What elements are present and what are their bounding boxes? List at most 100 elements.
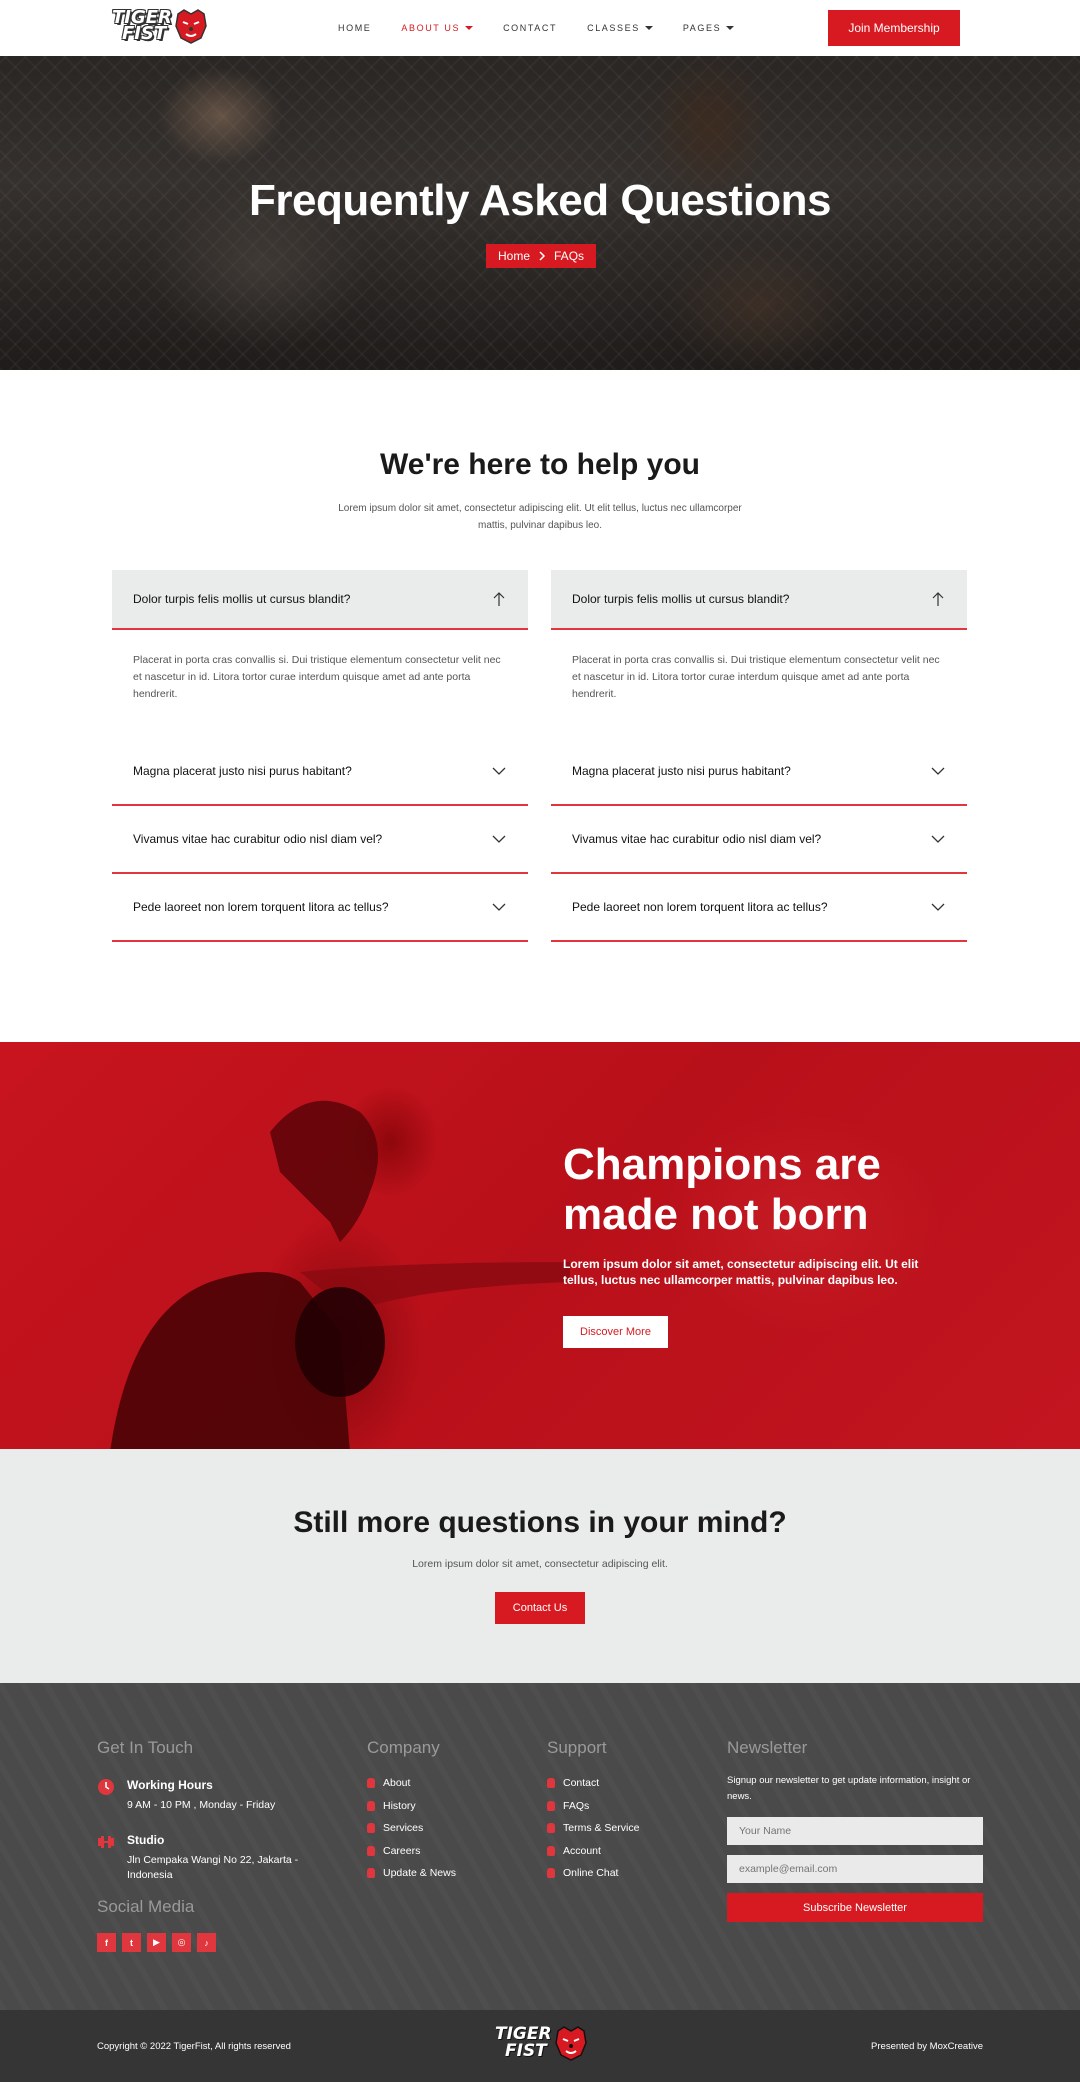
contact-us-button[interactable]: Contact Us [495,1592,585,1624]
footer-bottom-bar: Copyright © 2022 TigerFist, All rights r… [0,2010,1080,2082]
chevron-right-icon [539,251,546,261]
glove-icon [547,1800,555,1811]
boxer-image [110,1100,570,1449]
main-nav: HOME ABOUT US CONTACT CLASSES PAGES [338,0,764,56]
faq-question[interactable]: Magna placerat justo nisi purus habitant… [112,738,528,806]
site-footer: Get In Touch Working Hours 9 AM - 10 PM … [0,1683,1080,2010]
chevron-down-icon [492,903,506,911]
footer-link[interactable]: Online Chat [547,1862,639,1885]
facebook-icon[interactable]: f [97,1933,116,1952]
chevron-down-icon [492,835,506,843]
faq-question-text: Dolor turpis felis mollis ut cursus blan… [572,592,790,606]
glove-icon [367,1823,375,1834]
subscribe-newsletter-button[interactable]: Subscribe Newsletter [727,1893,983,1922]
still-title: Still more questions in your mind? [293,1506,787,1539]
footer-link[interactable]: Careers [367,1840,456,1863]
company-links: About History Services Careers Update & … [367,1772,456,1885]
footer-heading: Newsletter [727,1738,808,1757]
newsletter-email-input[interactable] [727,1855,983,1883]
page-title: Frequently Asked Questions [249,176,831,225]
footer-link[interactable]: Account [547,1840,639,1863]
newsletter-text: Signup our newsletter to get update info… [727,1775,971,1802]
champions-banner: Champions are made not born Lorem ipsum d… [0,1042,1080,1449]
site-logo[interactable]: TIGER FIST [112,8,208,44]
glove-icon [367,1868,375,1879]
youtube-icon[interactable]: ▶ [147,1933,166,1952]
discover-more-button[interactable]: Discover More [563,1316,668,1348]
glove-icon [367,1845,375,1856]
faq-question-text: Magna placerat justo nisi purus habitant… [572,764,791,778]
faq-column-left: Dolor turpis felis mollis ut cursus blan… [112,570,528,942]
champions-title: Champions are made not born [563,1140,881,1239]
faq-question-open[interactable]: Dolor turpis felis mollis ut cursus blan… [112,570,528,630]
hero-banner: Frequently Asked Questions Home FAQs [0,56,1080,370]
footer-link[interactable]: History [367,1795,456,1818]
footer-link[interactable]: Services [367,1817,456,1840]
still-questions-section: Still more questions in your mind? Lorem… [0,1449,1080,1683]
nav-home[interactable]: HOME [338,23,371,33]
still-text: Lorem ipsum dolor sit amet, consectetur … [412,1558,668,1570]
faq-column-right: Dolor turpis felis mollis ut cursus blan… [551,570,967,942]
faq-question[interactable]: Pede laoreet non lorem torquent litora a… [551,874,967,942]
instagram-icon[interactable]: ◎ [172,1933,191,1952]
dumbbell-icon [98,1836,114,1848]
nav-contact[interactable]: CONTACT [503,23,557,33]
caret-down-icon [644,26,653,30]
footer-link[interactable]: FAQs [547,1795,639,1818]
chevron-down-icon [492,767,506,775]
site-header: TIGER FIST HOME ABOUT US CONTACT CLASSES… [0,0,1080,56]
footer-support: Support Contact FAQs Terms & Service Acc… [547,1738,639,1885]
footer-logo[interactable]: TIGER FIST [495,2025,588,2061]
faq-answer: Placerat in porta cras convallis si. Dui… [133,654,501,700]
glove-icon [547,1845,555,1856]
newsletter-name-input[interactable] [727,1817,983,1845]
social-links: f t ▶ ◎ ♪ [97,1933,327,1952]
working-hours: Working Hours 9 AM - 10 PM , Monday - Fr… [97,1778,327,1813]
faq-columns: Dolor turpis felis mollis ut cursus blan… [0,570,1080,970]
chevron-down-icon [931,903,945,911]
faq-question[interactable]: Magna placerat justo nisi purus habitant… [551,738,967,806]
footer-link[interactable]: Contact [547,1772,639,1795]
nav-about-us[interactable]: ABOUT US [401,23,474,33]
champions-text: Lorem ipsum dolor sit amet, consectetur … [563,1257,919,1287]
nav-pages[interactable]: PAGES [683,23,735,33]
footer-heading: Get In Touch [97,1738,194,1757]
tiktok-icon[interactable]: ♪ [197,1933,216,1952]
faq-answer: Placerat in porta cras convallis si. Dui… [572,654,940,700]
footer-newsletter: Newsletter Signup our newsletter to get … [727,1738,983,1922]
nav-classes[interactable]: CLASSES [587,23,653,33]
glove-icon [367,1778,375,1789]
glove-icon [547,1778,555,1789]
footer-link[interactable]: Terms & Service [547,1817,639,1840]
faq-question[interactable]: Vivamus vitae hac curabitur odio nisl di… [551,806,967,874]
copyright-text: Copyright © 2022 TigerFist, All rights r… [97,2041,291,2052]
help-title: We're here to help you [380,448,700,481]
chevron-down-icon [931,835,945,843]
faq-question[interactable]: Vivamus vitae hac curabitur odio nisl di… [112,806,528,874]
twitter-icon[interactable]: t [122,1933,141,1952]
logo-wordmark: TIGER FIST [495,2024,552,2061]
logo-wordmark: TIGER FIST [112,7,172,44]
faq-question-open[interactable]: Dolor turpis felis mollis ut cursus blan… [551,570,967,630]
studio-title: Studio [127,1833,165,1847]
footer-heading: Support [547,1738,607,1757]
chevron-down-icon [931,767,945,775]
support-links: Contact FAQs Terms & Service Account Onl… [547,1772,639,1885]
faq-question-text: Pede laoreet non lorem torquent litora a… [572,900,828,914]
breadcrumb-home-link[interactable]: Home [498,249,530,263]
join-membership-button[interactable]: Join Membership [828,10,960,46]
help-subtitle: Lorem ipsum dolor sit amet, consectetur … [338,503,742,531]
caret-down-icon [465,26,474,30]
footer-link[interactable]: About [367,1772,456,1795]
caret-down-icon [726,26,735,30]
footer-get-in-touch: Get In Touch Working Hours 9 AM - 10 PM … [97,1738,327,1952]
breadcrumb: Home FAQs [486,244,597,268]
glove-icon [547,1868,555,1879]
help-section: We're here to help you Lorem ipsum dolor… [0,370,1080,970]
working-hours-title: Working Hours [127,1778,213,1792]
footer-link[interactable]: Update & News [367,1862,456,1885]
faq-question[interactable]: Pede laoreet non lorem torquent litora a… [112,874,528,942]
glove-icon [547,1823,555,1834]
faq-question-text: Dolor turpis felis mollis ut cursus blan… [133,592,351,606]
faq-question-text: Pede laoreet non lorem torquent litora a… [133,900,389,914]
